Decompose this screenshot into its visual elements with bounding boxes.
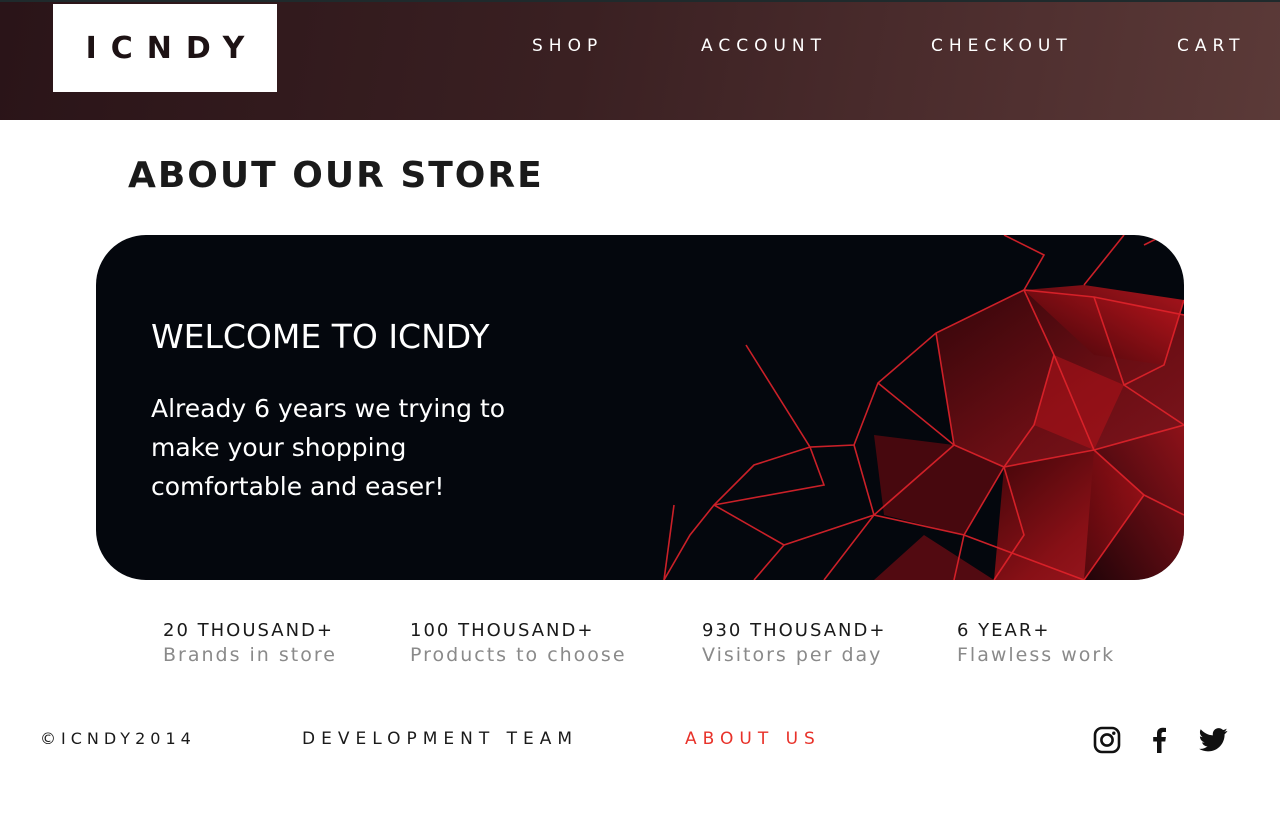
banner-text: Already 6 years we trying to make your s… <box>151 394 506 501</box>
stat-value: 6 YEAR+ <box>957 620 1051 641</box>
twitter-icon[interactable] <box>1199 726 1228 754</box>
stat-brands: 20 THOUSAND+ Brands in store <box>163 620 337 666</box>
stat-value: 100 THOUSAND+ <box>410 620 595 641</box>
page-title: ABOUT OUR STORE <box>128 155 544 196</box>
stat-label: Flawless work <box>957 644 1116 666</box>
instagram-icon[interactable] <box>1093 726 1121 754</box>
site-header: ICNDY SHOP ACCOUNT CHECKOUT CART <box>0 0 1280 120</box>
logo[interactable]: ICNDY <box>53 4 277 92</box>
stat-years: 6 YEAR+ Flawless work <box>957 620 1115 666</box>
stat-value: 20 THOUSAND+ <box>163 620 334 641</box>
red-polygon-art <box>663 235 1184 580</box>
footer-link-development-team[interactable]: DEVELOPMENT TEAM <box>302 729 578 749</box>
logo-text: ICNDY <box>85 30 259 66</box>
stat-products: 100 THOUSAND+ Products to choose <box>410 620 627 666</box>
stat-label: Brands in store <box>163 644 337 666</box>
nav-account[interactable]: ACCOUNT <box>701 36 827 56</box>
stat-value: 930 THOUSAND+ <box>702 620 887 641</box>
copyright: ©ICNDY2014 <box>40 729 196 748</box>
nav-shop[interactable]: SHOP <box>532 36 603 56</box>
welcome-banner: WELCOME TO ICNDY Already 6 years we tryi… <box>96 235 1184 580</box>
banner-title: WELCOME TO ICNDY <box>151 317 490 356</box>
nav-checkout[interactable]: CHECKOUT <box>931 36 1073 56</box>
facebook-icon[interactable] <box>1146 726 1174 754</box>
stat-visitors: 930 THOUSAND+ Visitors per day <box>702 620 886 666</box>
nav-cart[interactable]: CART <box>1177 36 1245 56</box>
stat-label: Visitors per day <box>702 644 883 666</box>
stat-label: Products to choose <box>410 644 627 666</box>
footer-link-about-us[interactable]: ABOUT US <box>685 729 821 749</box>
